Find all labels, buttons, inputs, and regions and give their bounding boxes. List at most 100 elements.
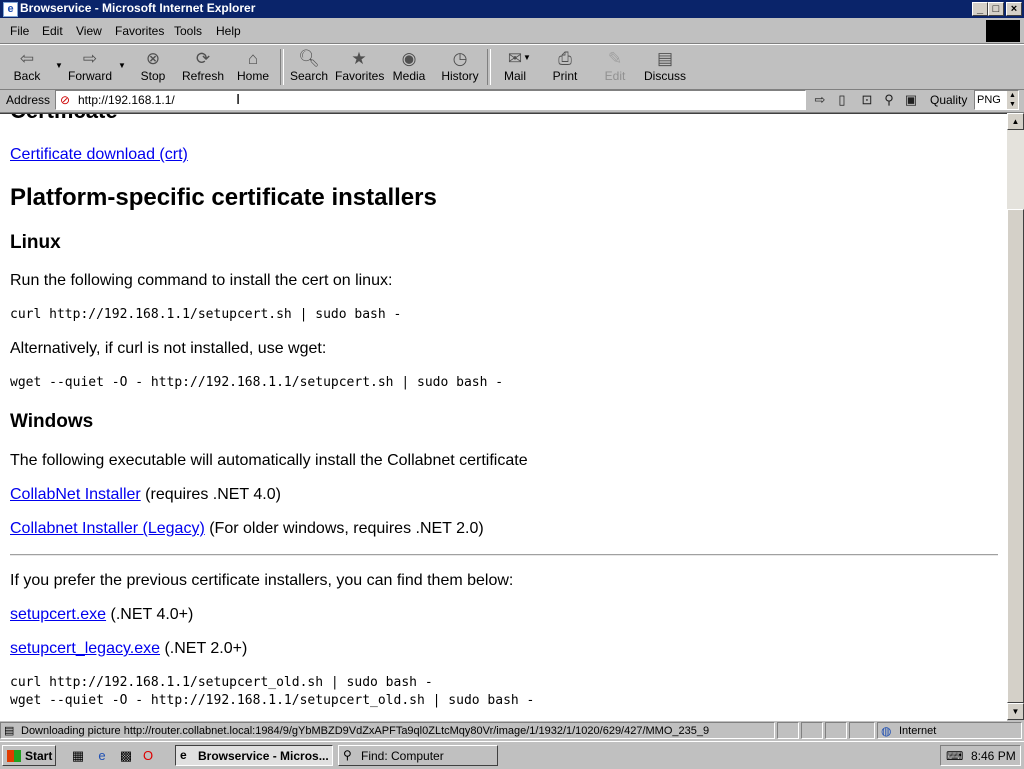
ie-icon: e bbox=[3, 2, 18, 17]
print-button[interactable]: ⎙ Print bbox=[550, 47, 580, 87]
window-title: Browservice - Microsoft Internet Explore… bbox=[20, 1, 256, 15]
close-button[interactable]: × bbox=[1006, 2, 1022, 16]
quality-label: Quality bbox=[930, 93, 968, 107]
platform-heading: Platform-specific certificate installers bbox=[10, 184, 437, 211]
scroll-down-icon[interactable]: ▼ bbox=[1007, 703, 1024, 720]
linux-text: Run the following command to install the… bbox=[10, 272, 393, 289]
forward-arrow-icon: ⇨ bbox=[82, 49, 98, 68]
status-panel bbox=[801, 722, 823, 739]
stop-button[interactable]: ⊗ Stop bbox=[138, 47, 168, 87]
menu-tools[interactable]: Tools bbox=[174, 24, 202, 38]
zone-label: Internet bbox=[899, 725, 937, 737]
windows-text: The following executable will automatica… bbox=[10, 452, 528, 469]
windows-flag-icon bbox=[7, 750, 21, 762]
old-curl-command: curl http://192.168.1.1/setupcert_old.sh… bbox=[10, 675, 433, 690]
toolbar-separator bbox=[280, 49, 284, 85]
forward-dropdown-icon[interactable]: ▼ bbox=[118, 61, 126, 70]
ie-task-icon: e bbox=[180, 748, 187, 762]
search-button[interactable]: 🔍︎ Search bbox=[290, 47, 328, 87]
page-icon: ⊘ bbox=[60, 93, 71, 107]
scroll-thumb[interactable] bbox=[1007, 209, 1024, 703]
find-icon[interactable]: ⚲ bbox=[881, 92, 897, 108]
page-status-icon: ▤ bbox=[4, 725, 15, 737]
task-find-computer[interactable]: ⚲ Find: Computer bbox=[338, 745, 498, 766]
task-browservice[interactable]: e Browservice - Micros... bbox=[175, 745, 333, 766]
network-tray-icon[interactable]: ⌨ bbox=[946, 749, 963, 763]
favorites-button[interactable]: ★ Favorites bbox=[335, 47, 384, 87]
status-panel bbox=[825, 722, 847, 739]
print-icon: ⎙ bbox=[558, 49, 572, 68]
quality-spinner-icon[interactable]: ▲ ▼ bbox=[1007, 91, 1018, 109]
toolbar: ⇦ Back ▼ ⇨ Forward ▼ ⊗ Stop ⟳ Refresh ⌂ … bbox=[0, 44, 1024, 90]
back-dropdown-icon[interactable]: ▼ bbox=[55, 61, 63, 70]
home-icon: ⌂ bbox=[247, 49, 259, 68]
menu-favorites[interactable]: Favorites bbox=[115, 24, 164, 38]
menu-help[interactable]: Help bbox=[216, 24, 241, 38]
go-arrow-icon[interactable]: ⇨ bbox=[812, 92, 828, 108]
collabnet-installer-link[interactable]: CollabNet Installer bbox=[10, 486, 141, 503]
ie-quicklaunch-icon[interactable]: e bbox=[94, 748, 110, 764]
horizontal-rule bbox=[10, 554, 998, 556]
find-task-icon: ⚲ bbox=[343, 748, 352, 762]
discuss-button[interactable]: ▤ Discuss bbox=[644, 47, 686, 87]
title-bar: e Browservice - Microsoft Internet Explo… bbox=[0, 0, 1024, 18]
zoom-icon[interactable]: ⊡ bbox=[859, 92, 875, 108]
system-tray: ⌨ 8:46 PM bbox=[940, 745, 1021, 766]
partial-heading: Certificate bbox=[10, 114, 118, 124]
address-label: Address bbox=[6, 93, 51, 107]
start-button[interactable]: Start bbox=[2, 745, 56, 766]
stop-icon: ⊗ bbox=[145, 49, 161, 68]
status-panel bbox=[777, 722, 799, 739]
page-content: Certificate Certificate download (crt) P… bbox=[0, 113, 1007, 721]
search-icon: 🔍︎ bbox=[298, 49, 320, 68]
refresh-button[interactable]: ⟳ Refresh bbox=[181, 47, 225, 87]
address-input[interactable]: ⊘ http://192.168.1.1/ bbox=[55, 90, 806, 110]
setupcert-link[interactable]: setupcert.exe bbox=[10, 606, 106, 623]
minimize-button[interactable]: _ bbox=[972, 2, 988, 16]
back-arrow-icon: ⇦ bbox=[19, 49, 35, 68]
home-button[interactable]: ⌂ Home bbox=[236, 47, 270, 87]
menu-file[interactable]: File bbox=[10, 24, 29, 38]
text-cursor-icon: I bbox=[236, 91, 241, 108]
desktop-icon[interactable]: ▦ bbox=[70, 748, 86, 764]
taskbar: Start ▦ e ▩ O e Browservice - Micros... … bbox=[0, 741, 1024, 769]
quality-select[interactable]: PNG ▲ ▼ bbox=[974, 90, 1019, 110]
forward-button[interactable]: ⇨ Forward bbox=[68, 47, 112, 87]
zone-panel: ◍ Internet bbox=[877, 722, 1022, 739]
bookmark-icon[interactable]: ▯ bbox=[834, 92, 850, 108]
back-button[interactable]: ⇦ Back bbox=[8, 47, 46, 87]
wget-command: wget --quiet -O - http://192.168.1.1/set… bbox=[10, 375, 504, 390]
menu-bar: File Edit View Favorites Tools Help bbox=[0, 19, 1024, 44]
cert-download-link[interactable]: Certificate download (crt) bbox=[10, 146, 188, 163]
opera-icon[interactable]: O bbox=[140, 748, 156, 764]
status-text: Downloading picture http://router.collab… bbox=[21, 725, 710, 737]
address-url: http://192.168.1.1/ bbox=[78, 93, 175, 107]
mail-dropdown-icon[interactable]: ▼ bbox=[523, 53, 531, 62]
setupcert-legacy-note: (.NET 2.0+) bbox=[160, 640, 248, 657]
status-panel bbox=[849, 722, 875, 739]
collabnet-legacy-link[interactable]: Collabnet Installer (Legacy) bbox=[10, 520, 205, 537]
maximize-button[interactable]: □ bbox=[988, 2, 1004, 16]
status-bar: ▤ Downloading picture http://router.coll… bbox=[0, 721, 1024, 741]
windows-heading: Windows bbox=[10, 411, 94, 432]
vertical-scrollbar[interactable]: ▲ ▼ bbox=[1007, 113, 1024, 720]
status-text-panel: ▤ Downloading picture http://router.coll… bbox=[0, 722, 775, 739]
legacy-line: Collabnet Installer (Legacy) (For older … bbox=[10, 520, 484, 538]
explorer-icon[interactable]: ▩ bbox=[118, 748, 134, 764]
quality-value: PNG bbox=[977, 94, 1001, 106]
media-button[interactable]: ◉ Media bbox=[392, 47, 426, 87]
media-icon: ◉ bbox=[401, 49, 417, 68]
history-button[interactable]: ◷ History bbox=[441, 47, 479, 87]
edit-button[interactable]: ✎ Edit bbox=[600, 47, 630, 87]
edit-icon: ✎ bbox=[607, 49, 623, 68]
installer-line: CollabNet Installer (requires .NET 4.0) bbox=[10, 486, 281, 504]
clipboard-icon[interactable]: ▣ bbox=[903, 92, 919, 108]
setupcert-note: (.NET 4.0+) bbox=[106, 606, 194, 623]
prev-text: If you prefer the previous certificate i… bbox=[10, 572, 514, 589]
toolbar-separator bbox=[487, 49, 491, 85]
menu-edit[interactable]: Edit bbox=[42, 24, 63, 38]
installer-note: (requires .NET 4.0) bbox=[140, 486, 281, 503]
scroll-up-icon[interactable]: ▲ bbox=[1007, 113, 1024, 130]
setupcert-legacy-link[interactable]: setupcert_legacy.exe bbox=[10, 640, 160, 657]
menu-view[interactable]: View bbox=[76, 24, 102, 38]
